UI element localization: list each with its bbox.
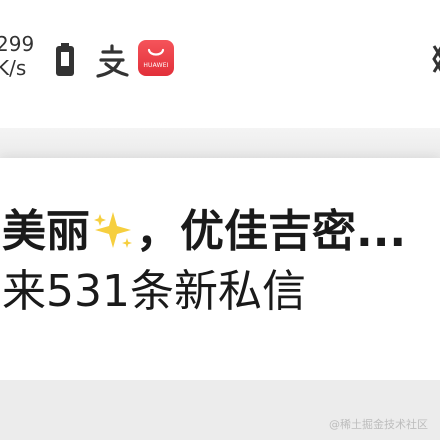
network-speed-unit: K/s	[0, 56, 27, 80]
notification-title: 美丽 ，优佳吉密...	[2, 206, 406, 258]
app-badge-label: HUAWEI	[143, 62, 169, 69]
notification-title-end: ，优佳吉密...	[136, 206, 407, 257]
status-bar: 299 K/s HUAWEI	[0, 0, 440, 128]
watermark: @稀土掘金技术社区	[329, 418, 428, 431]
notification-body: 来531条新私信	[2, 266, 306, 317]
close-icon[interactable]	[424, 42, 440, 76]
network-speed: 299 K/s	[0, 32, 34, 80]
network-speed-value: 299	[0, 32, 35, 56]
bottom-area: @稀土掘金技术社区	[0, 380, 440, 440]
huawei-appgallery-icon: HUAWEI	[138, 40, 174, 76]
battery-icon	[54, 40, 76, 80]
notification-card[interactable]: 美丽 ，优佳吉密... 来531条新私信	[0, 158, 440, 380]
sparkles-icon	[90, 208, 136, 252]
alipay-icon	[94, 40, 130, 80]
notification-title-start: 美丽	[2, 206, 90, 257]
